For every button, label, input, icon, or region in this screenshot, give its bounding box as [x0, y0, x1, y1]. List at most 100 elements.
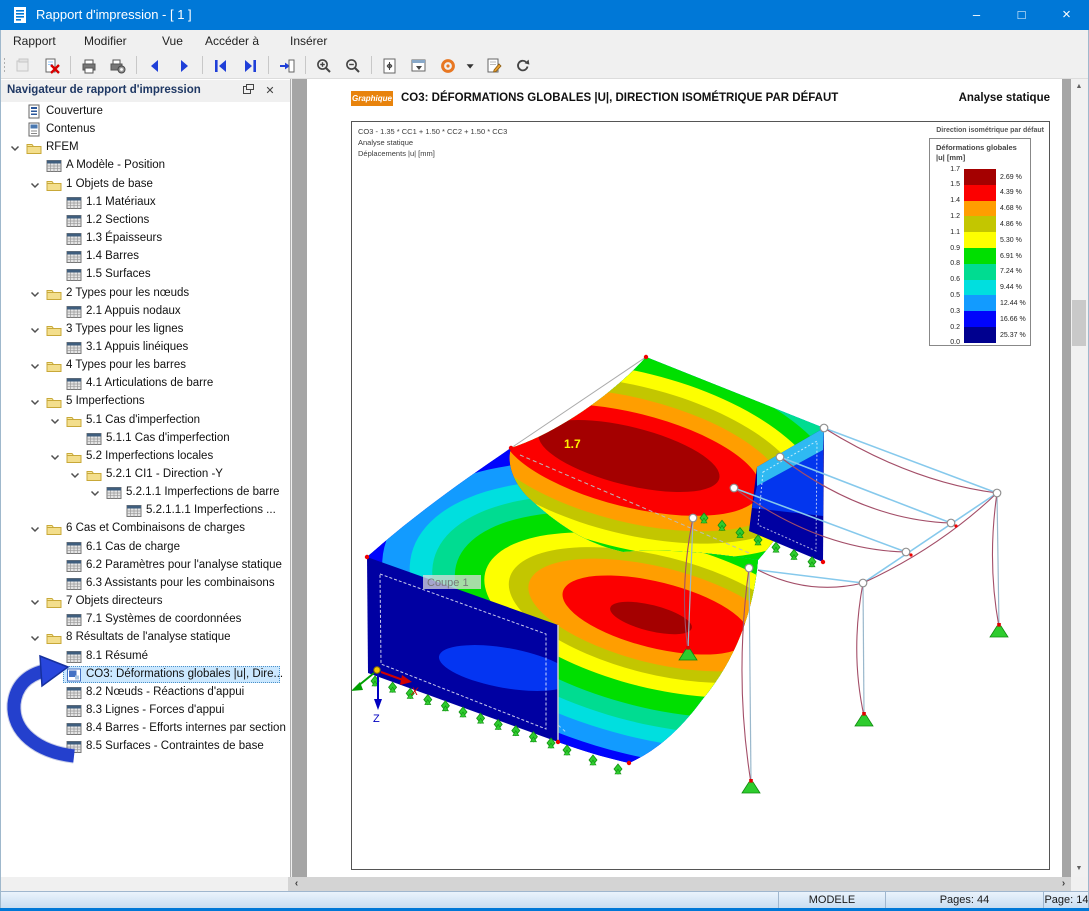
tree-item-couverture[interactable]: Couverture — [0, 103, 290, 121]
menu-modifier[interactable]: Modifier — [75, 30, 136, 52]
tree-item-rfem[interactable]: RFEM — [0, 139, 290, 157]
tree-item-label: 2 Types pour les nœuds — [66, 287, 189, 299]
scroll-right-icon[interactable]: › — [1056, 877, 1071, 891]
window-title: Rapport d'impression - [ 1 ] — [36, 7, 192, 22]
tree-item-label: 1.3 Épaisseurs — [86, 232, 162, 244]
horizontal-scrollbar[interactable] — [288, 877, 1071, 891]
minimize-button[interactable]: – — [954, 0, 999, 30]
table-icon — [126, 503, 142, 519]
tree-item-5-2-1-ci1-direction-y[interactable]: 5.2.1 CI1 - Direction -Y — [0, 466, 290, 484]
chevron-down-icon[interactable] — [27, 394, 43, 410]
scroll-up-icon[interactable]: ▲ — [1071, 79, 1087, 95]
chevron-down-icon[interactable] — [27, 177, 43, 193]
previous-page-button[interactable] — [142, 54, 168, 77]
chevron-down-icon[interactable] — [47, 413, 63, 429]
navigator-header: Navigateur de rapport d'impression ✕ — [0, 80, 290, 102]
menu-ins-rer[interactable]: Insérer — [281, 30, 336, 52]
tree-item-5-2-1-1-1-imperfections[interactable]: 5.2.1.1.1 Imperfections ... — [0, 502, 290, 520]
vertical-scroll-thumb[interactable] — [1072, 300, 1086, 346]
chevron-down-icon[interactable] — [27, 358, 43, 374]
tree-item-1-objets-de-base[interactable]: 1 Objets de base — [0, 176, 290, 194]
scroll-left-icon[interactable]: ‹ — [289, 877, 304, 891]
scroll-down-icon[interactable]: ▼ — [1071, 861, 1087, 877]
tree-item-5-imperfections[interactable]: 5 Imperfections — [0, 393, 290, 411]
menu-vue[interactable]: Vue — [153, 30, 192, 52]
chevron-down-icon[interactable] — [87, 485, 103, 501]
tree-item-4-1-articulations-de-barre[interactable]: 4.1 Articulations de barre — [0, 375, 290, 393]
table-icon — [66, 304, 82, 320]
menu-rapport[interactable]: Rapport — [4, 30, 65, 52]
tree-item-5-1-1-cas-d-imperfection[interactable]: 5.1.1 Cas d'imperfection — [0, 430, 290, 448]
delete-page-button[interactable] — [39, 54, 65, 77]
tree-item-6-cas-et-combinaisons-de-charges[interactable]: 6 Cas et Combinaisons de charges — [0, 520, 290, 538]
section-label: Coupe 1 — [423, 575, 481, 589]
tree-item-7-1-syst-mes-de-coordonn-es[interactable]: 7.1 Systèmes de coordonnées — [0, 611, 290, 629]
tree-item-5-1-cas-d-imperfection[interactable]: 5.1 Cas d'imperfection — [0, 412, 290, 430]
navigator-title: Navigateur de rapport d'impression — [7, 84, 201, 96]
chevron-down-icon[interactable] — [27, 594, 43, 610]
first-page-button[interactable] — [208, 54, 234, 77]
maximize-button[interactable]: □ — [999, 0, 1044, 30]
tree-item-3-types-pour-les-lignes[interactable]: 3 Types pour les lignes — [0, 321, 290, 339]
toolbar-grip[interactable] — [3, 57, 6, 74]
zoom-in-button[interactable] — [311, 54, 337, 77]
tree-item-label: 4.1 Articulations de barre — [86, 377, 213, 389]
tree-item-2-types-pour-les-n-uds[interactable]: 2 Types pour les nœuds — [0, 285, 290, 303]
edit-page-button[interactable] — [481, 54, 507, 77]
max-value-label: 1.7 — [564, 437, 581, 451]
undock-icon[interactable] — [239, 83, 257, 99]
refresh-button[interactable] — [510, 54, 536, 77]
folder-icon — [46, 521, 62, 537]
doc-icon — [26, 104, 42, 120]
close-button[interactable]: × — [1044, 0, 1089, 30]
chevron-down-icon[interactable] — [27, 322, 43, 338]
tree-item-6-2-param-tres-pour-l-analyse-statique[interactable]: 6.2 Paramètres pour l'analyse statique — [0, 557, 290, 575]
fit-page-button[interactable] — [377, 54, 403, 77]
toolbar-separator — [136, 56, 137, 74]
tree-item-5-2-1-1-imperfections-de-barre[interactable]: 5.2.1.1 Imperfections de barre — [0, 484, 290, 502]
fit-width-button[interactable] — [406, 54, 432, 77]
last-page-button[interactable] — [237, 54, 263, 77]
tree-item-label: 4 Types pour les barres — [66, 359, 186, 371]
tree-item-1-1-mat-riaux[interactable]: 1.1 Matériaux — [0, 194, 290, 212]
tree-item-label: 5.1 Cas d'imperfection — [86, 414, 200, 426]
tree-item-label: 3.1 Appuis linéiques — [86, 341, 188, 353]
select-graphic-button[interactable] — [435, 54, 461, 77]
tree-item-6-3-assistants-pour-les-combinaisons[interactable]: 6.3 Assistants pour les combinaisons — [0, 575, 290, 593]
go-to-page-button[interactable] — [274, 54, 300, 77]
caret-down-button[interactable] — [464, 54, 478, 77]
chevron-down-icon[interactable] — [67, 467, 83, 483]
vertical-scrollbar[interactable] — [1071, 79, 1087, 877]
report-page: Graphique CO3: DÉFORMATIONS GLOBALES |U|… — [307, 79, 1062, 877]
print-settings-icon — [110, 58, 126, 74]
tree-item-a-mod-le-position[interactable]: A Modèle - Position — [0, 157, 290, 175]
tree-item-5-2-imperfections-locales[interactable]: 5.2 Imperfections locales — [0, 448, 290, 466]
tree-item-1-3-paisseurs[interactable]: 1.3 Épaisseurs — [0, 230, 290, 248]
chevron-down-icon[interactable] — [7, 140, 23, 156]
tree-item-contenus[interactable]: Contenus — [0, 121, 290, 139]
folder-icon — [66, 413, 82, 429]
tree-item-6-1-cas-de-charge[interactable]: 6.1 Cas de charge — [0, 539, 290, 557]
tree-item-7-objets-directeurs[interactable]: 7 Objets directeurs — [0, 593, 290, 611]
tree-item-1-4-barres[interactable]: 1.4 Barres — [0, 248, 290, 266]
tree-item-1-2-sections[interactable]: 1.2 Sections — [0, 212, 290, 230]
print-preview-button[interactable] — [10, 54, 36, 77]
menu-acc-der-[interactable]: Accéder à — [196, 30, 268, 52]
chevron-down-icon[interactable] — [27, 286, 43, 302]
tree-item-3-1-appuis-lin-iques[interactable]: 3.1 Appuis linéiques — [0, 339, 290, 357]
print-settings-button[interactable] — [105, 54, 131, 77]
tree-item-label: 1 Objets de base — [66, 178, 153, 190]
chevron-down-icon[interactable] — [27, 521, 43, 537]
tree-item-4-types-pour-les-barres[interactable]: 4 Types pour les barres — [0, 357, 290, 375]
next-page-button[interactable] — [171, 54, 197, 77]
app-icon — [11, 6, 29, 24]
table-icon — [66, 249, 82, 265]
folder-icon — [46, 594, 62, 610]
close-panel-icon[interactable]: ✕ — [261, 83, 279, 99]
tree-item-1-5-surfaces[interactable]: 1.5 Surfaces — [0, 266, 290, 284]
chevron-down-icon[interactable] — [47, 449, 63, 465]
print-button[interactable] — [76, 54, 102, 77]
tree-item-2-1-appuis-nodaux[interactable]: 2.1 Appuis nodaux — [0, 303, 290, 321]
zoom-out-button[interactable] — [340, 54, 366, 77]
fit-page-icon — [382, 58, 398, 74]
